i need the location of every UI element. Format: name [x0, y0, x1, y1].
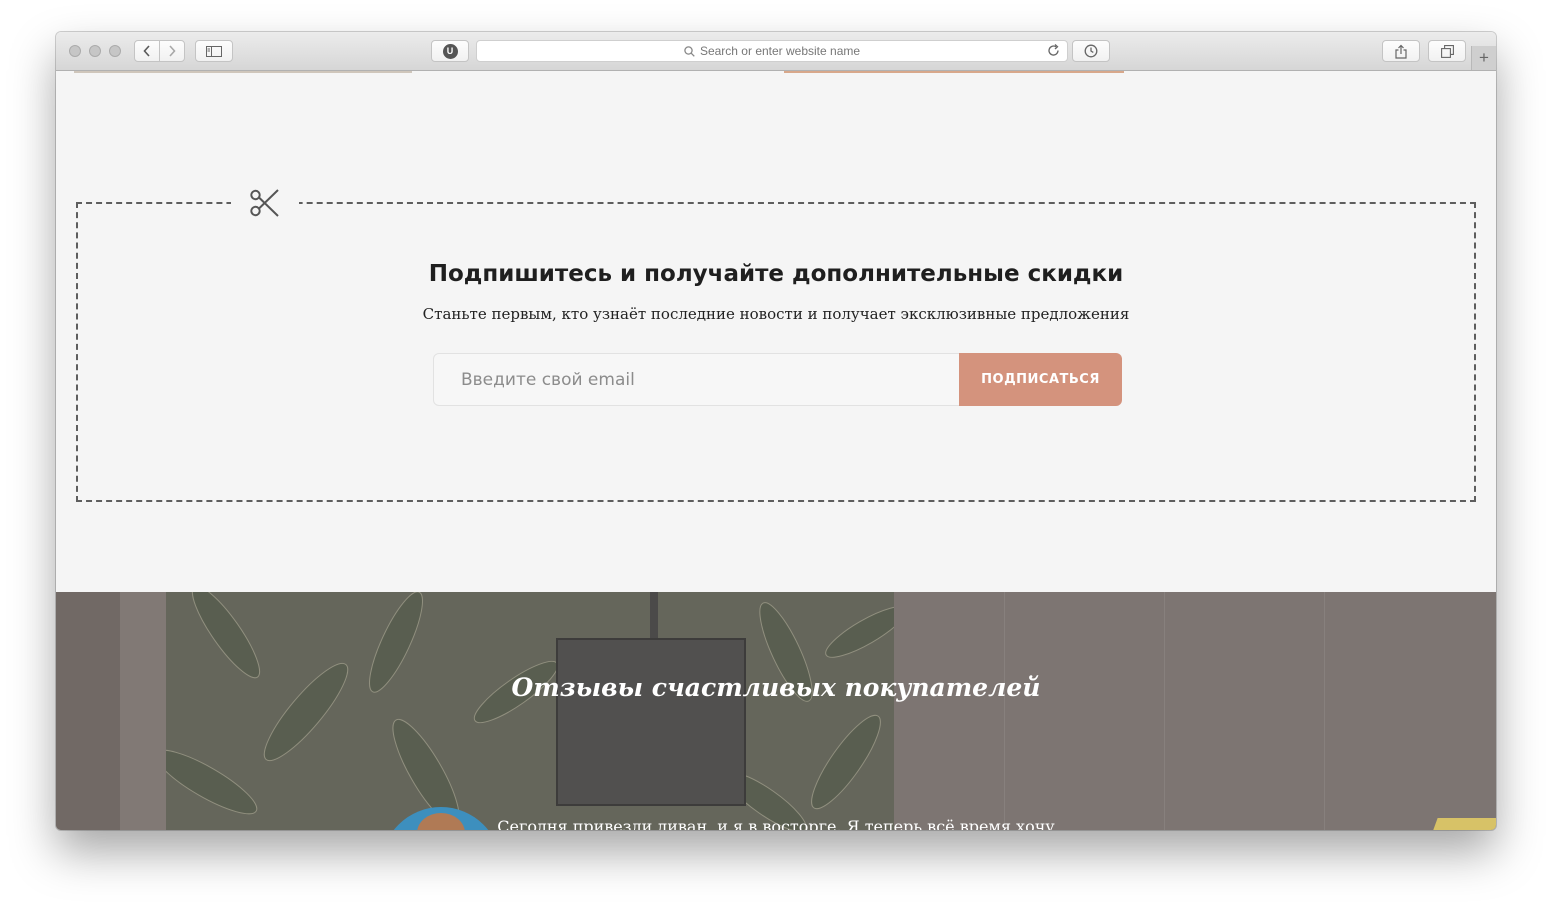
scissors-icon [231, 186, 299, 220]
extension-icon: U [442, 43, 458, 59]
email-field[interactable] [433, 353, 960, 406]
reviews-section: Отзывы счастливых покупателей Сегодня пр… [56, 592, 1496, 830]
reload-button[interactable] [1047, 43, 1061, 64]
browser-window: U Search or enter website name + Подпиши… [56, 32, 1496, 830]
new-tab-button[interactable]: + [1471, 46, 1496, 70]
reviews-title: Отзывы счастливых покупателей [511, 673, 1041, 702]
address-placeholder: Search or enter website name [699, 44, 861, 58]
sidebar-toggle-button[interactable] [195, 40, 233, 62]
share-icon [1395, 44, 1407, 59]
plus-icon: + [1479, 48, 1489, 67]
search-icon [684, 45, 695, 57]
address-bar[interactable]: Search or enter website name [476, 40, 1068, 62]
subscribe-description: Станьте первым, кто узнаёт последние нов… [422, 305, 1130, 323]
subscribe-title: Подпишитесь и получайте дополнительные с… [428, 261, 1124, 287]
previous-section-image [784, 71, 1124, 73]
reload-icon [1048, 44, 1059, 56]
clock-icon [1084, 44, 1098, 58]
subscribe-button[interactable]: ПОДПИСАТЬСЯ [959, 353, 1122, 406]
history-button[interactable] [1072, 40, 1110, 62]
minimize-window-button[interactable] [89, 45, 101, 57]
review-text: Сегодня привезли диван, и я в восторге. … [497, 817, 1055, 830]
extension-button[interactable]: U [431, 40, 469, 62]
sidebar-icon [206, 45, 222, 57]
back-button[interactable] [134, 40, 160, 62]
browser-toolbar: U Search or enter website name + [56, 32, 1496, 71]
chevron-right-icon [169, 45, 176, 57]
forward-button[interactable] [159, 40, 185, 62]
tabs-icon [1440, 44, 1454, 58]
close-window-button[interactable] [69, 45, 81, 57]
zoom-window-button[interactable] [109, 45, 121, 57]
page-content: Подпишитесь и получайте дополнительные с… [56, 71, 1496, 830]
previous-section-image [74, 71, 412, 73]
chevron-left-icon [143, 45, 150, 57]
share-button[interactable] [1382, 40, 1420, 62]
subscribe-coupon-frame [76, 202, 1476, 502]
tab-overview-button[interactable] [1428, 40, 1466, 62]
